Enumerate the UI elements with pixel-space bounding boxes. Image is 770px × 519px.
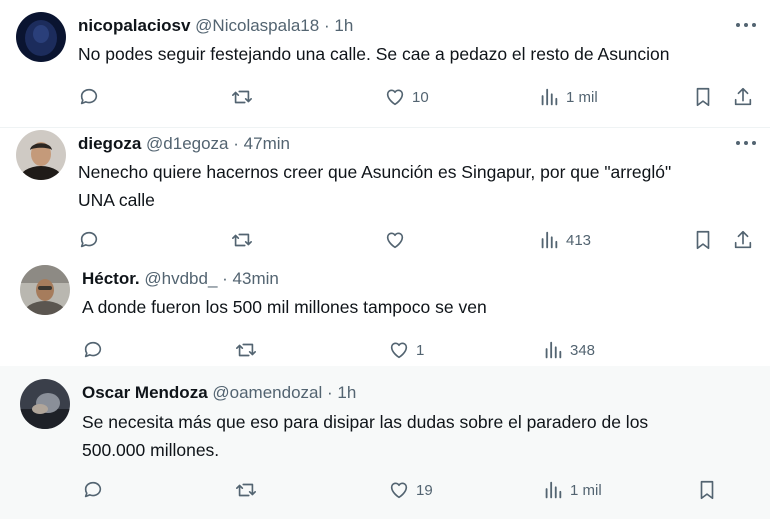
views-count: 1 mil <box>566 88 598 106</box>
tweet-header: nicopalaciosv @Nicolaspala18 · 1h <box>78 16 353 36</box>
like-icon <box>388 339 410 361</box>
views-icon <box>542 479 564 501</box>
like-button[interactable]: 10 <box>384 84 429 110</box>
reply-tweet[interactable]: Oscar Mendoza @oamendozal · 1h Se necesi… <box>0 366 770 519</box>
timestamp[interactable]: 43min <box>233 269 279 288</box>
bookmark-button[interactable] <box>692 227 714 253</box>
tweet-text: A donde fueron los 500 mil millones tamp… <box>82 293 487 321</box>
repost-icon <box>230 86 254 108</box>
like-button[interactable]: 1 <box>388 337 424 363</box>
tweet-text-line: UNA calle <box>78 190 155 210</box>
reply-tweet[interactable]: Héctor. @hvdbd_ · 43min A donde fueron l… <box>0 256 770 366</box>
user-handle[interactable]: @Nicolaspala18 <box>195 16 319 35</box>
tweet-header: Héctor. @hvdbd_ · 43min <box>82 269 279 289</box>
reply-button[interactable] <box>78 84 106 110</box>
avatar[interactable] <box>16 130 66 180</box>
display-name[interactable]: nicopalaciosv <box>78 16 190 35</box>
bookmark-icon <box>696 479 718 501</box>
tweet-text-line: Se necesita más que eso para disipar las… <box>82 412 649 432</box>
separator: · <box>233 134 239 153</box>
like-button[interactable]: 19 <box>388 477 433 503</box>
repost-icon <box>234 479 258 501</box>
action-bar: 413 <box>78 227 758 253</box>
bookmark-button[interactable] <box>692 84 714 110</box>
action-bar: 10 1 mil <box>78 84 758 110</box>
avatar[interactable] <box>20 379 70 429</box>
views-icon <box>542 339 564 361</box>
repost-icon <box>234 339 258 361</box>
bookmark-icon <box>692 229 714 251</box>
tweet-text: Se necesita más que eso para disipar las… <box>82 408 648 464</box>
reply-tweet[interactable]: nicopalaciosv @Nicolaspala18 · 1h No pod… <box>0 0 770 128</box>
more-icon[interactable] <box>734 133 758 153</box>
action-bar: 1 348 <box>82 337 682 363</box>
repost-button[interactable] <box>234 337 264 363</box>
reply-tweet[interactable]: diegoza @d1egoza · 47min Nenecho quiere … <box>0 128 770 256</box>
like-count: 19 <box>416 481 433 499</box>
avatar[interactable] <box>20 265 70 315</box>
action-bar: 19 1 mil <box>82 477 722 503</box>
reply-button[interactable] <box>82 477 110 503</box>
views-count: 348 <box>570 341 596 359</box>
views-count: 413 <box>566 231 592 249</box>
views-button[interactable]: 1 mil <box>538 84 598 110</box>
display-name[interactable]: Oscar Mendoza <box>82 383 208 402</box>
tweet-header: Oscar Mendoza @oamendozal · 1h <box>82 383 356 403</box>
like-icon <box>388 479 410 501</box>
like-icon <box>384 229 406 251</box>
reply-icon <box>78 86 100 108</box>
tweet-text-line: No podes seguir festejando una calle. Se… <box>78 44 670 64</box>
repost-icon <box>230 229 254 251</box>
tweet-text-line: 500.000 millones. <box>82 440 220 460</box>
share-button[interactable] <box>732 227 754 253</box>
tweet-text: No podes seguir festejando una calle. Se… <box>78 40 670 68</box>
views-icon <box>538 86 560 108</box>
views-button[interactable]: 413 <box>538 227 591 253</box>
timestamp[interactable]: 1h <box>334 16 353 35</box>
tweet-text-line: A donde fueron los 500 mil millones tamp… <box>82 297 487 317</box>
like-button[interactable] <box>384 227 412 253</box>
reply-button[interactable] <box>82 337 110 363</box>
like-count: 1 <box>416 341 425 359</box>
repost-button[interactable] <box>230 84 260 110</box>
separator: · <box>222 269 228 288</box>
views-icon <box>538 229 560 251</box>
display-name[interactable]: diegoza <box>78 134 141 153</box>
user-handle[interactable]: @oamendozal <box>212 383 322 402</box>
more-icon[interactable] <box>734 15 758 35</box>
reply-icon <box>82 339 104 361</box>
views-count: 1 mil <box>570 481 602 499</box>
repost-button[interactable] <box>234 477 264 503</box>
tweet-header: diegoza @d1egoza · 47min <box>78 134 290 154</box>
separator: · <box>327 383 333 402</box>
views-button[interactable]: 1 mil <box>542 477 602 503</box>
tweet-text: Nenecho quiere hacernos creer que Asunci… <box>78 158 671 214</box>
timestamp[interactable]: 47min <box>244 134 290 153</box>
views-button[interactable]: 348 <box>542 337 595 363</box>
bookmark-button[interactable] <box>696 477 718 503</box>
bookmark-icon <box>692 86 714 108</box>
timestamp[interactable]: 1h <box>337 383 356 402</box>
user-handle[interactable]: @d1egoza <box>146 134 229 153</box>
tweet-text-line: Nenecho quiere hacernos creer que Asunci… <box>78 162 672 182</box>
repost-button[interactable] <box>230 227 260 253</box>
share-icon <box>732 229 754 251</box>
reply-icon <box>78 229 100 251</box>
like-count: 10 <box>412 88 429 106</box>
reply-button[interactable] <box>78 227 106 253</box>
user-handle[interactable]: @hvdbd_ <box>144 269 217 288</box>
display-name[interactable]: Héctor. <box>82 269 140 288</box>
reply-icon <box>82 479 104 501</box>
separator: · <box>323 16 330 35</box>
share-button[interactable] <box>732 84 754 110</box>
like-icon <box>384 86 406 108</box>
avatar[interactable] <box>16 12 66 62</box>
share-icon <box>732 86 754 108</box>
